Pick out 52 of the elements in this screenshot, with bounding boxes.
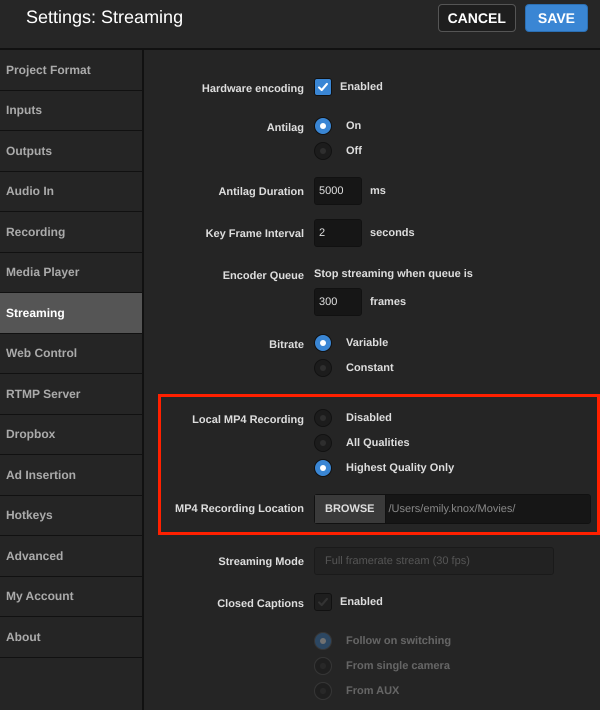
queue-note: Stop streaming when queue is (314, 268, 473, 280)
browse-button[interactable]: BROWSE (315, 495, 386, 523)
radio-label: Off (346, 144, 362, 156)
sidebar-item[interactable]: My Account (0, 576, 142, 617)
radio-label: Disabled (346, 412, 392, 424)
sidebar-item[interactable]: Streaming (0, 293, 142, 334)
radio-label: From single camera (346, 660, 450, 672)
setting-label: Antilag Duration (218, 186, 304, 198)
checkbox-label: Enabled (340, 596, 383, 608)
path-text: /Users/emily.knox/Movies/ (388, 502, 516, 517)
setting-label: Antilag (266, 122, 304, 134)
checkbox[interactable] (314, 78, 332, 96)
sidebar-item[interactable]: Media Player (0, 252, 142, 293)
radio-button[interactable] (314, 358, 332, 376)
save-button[interactable]: SAVE (524, 4, 588, 32)
number-field[interactable]: 2 (314, 219, 362, 247)
number-field[interactable]: 5000 (314, 177, 362, 205)
setting-label: Streaming Mode (218, 556, 304, 568)
radio-label: Follow on switching (346, 634, 452, 646)
unit-label: ms (370, 185, 386, 197)
setting-label: Bitrate (269, 339, 304, 351)
radio-label: On (346, 120, 362, 132)
setting-label: Local MP4 Recording (192, 414, 304, 426)
sidebar-item[interactable]: Dropbox (0, 414, 142, 455)
sidebar-item[interactable]: Web Control (0, 334, 142, 374)
setting-label: Encoder Queue (222, 270, 304, 282)
sidebar-item[interactable]: Inputs (0, 90, 142, 131)
radio-label: All Qualities (346, 436, 410, 448)
radio-button[interactable] (314, 408, 332, 426)
radio-button[interactable] (314, 458, 332, 476)
sidebar-item[interactable]: Hotkeys (0, 496, 142, 536)
radio-button[interactable] (314, 142, 332, 160)
setting-label: MP4 Recording Location (175, 503, 304, 515)
sidebar-item[interactable]: Audio In (0, 172, 142, 212)
unit-label: frames (370, 296, 406, 308)
setting-label: Hardware encoding (202, 83, 304, 95)
checkbox[interactable] (314, 592, 332, 610)
radio-button[interactable] (314, 434, 332, 452)
window-title: Settings: Streaming (26, 7, 184, 28)
path-field[interactable]: BROWSE /Users/emily.knox/Movies/ (314, 494, 591, 524)
cancel-button[interactable]: CANCEL (438, 4, 516, 32)
number-field[interactable]: 300 (314, 288, 362, 316)
radio-label: Highest Quality Only (346, 462, 454, 474)
radio-button[interactable] (314, 116, 332, 134)
unit-label: seconds (370, 227, 415, 239)
radio-label: Constant (346, 362, 394, 374)
setting-label: Key Frame Interval (206, 228, 304, 240)
checkbox-label: Enabled (340, 80, 383, 92)
radio-label: Variable (346, 336, 388, 348)
radio-label: From AUX (346, 684, 400, 696)
radio-button[interactable] (314, 334, 332, 352)
setting-label: Closed Captions (217, 598, 304, 610)
